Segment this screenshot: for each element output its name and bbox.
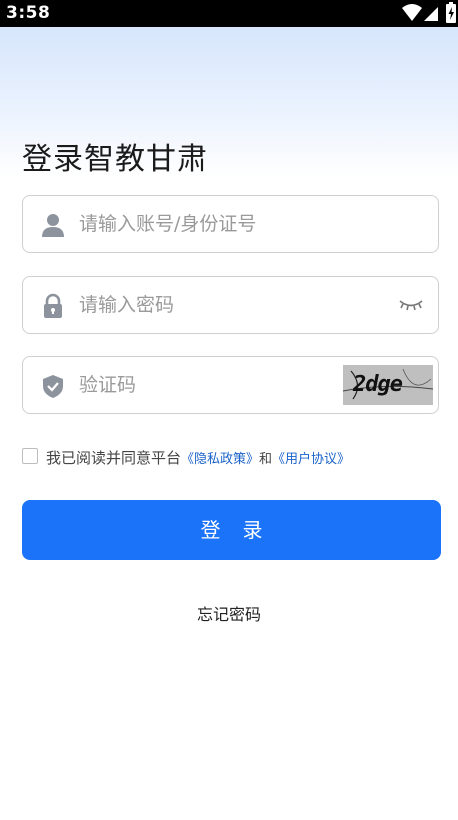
battery-icon (446, 2, 456, 23)
account-field[interactable] (22, 195, 439, 253)
account-input[interactable] (79, 206, 379, 242)
password-field[interactable] (22, 276, 439, 334)
captcha-image[interactable]: 2dge (343, 365, 433, 405)
status-bar: 3:58 (0, 0, 458, 27)
captcha-text: 2dge (353, 372, 403, 397)
agreement-connector: 和 (259, 452, 273, 467)
agreement-checkbox[interactable] (22, 448, 38, 464)
signal-icon (424, 7, 438, 21)
login-button[interactable]: 登录 (22, 500, 441, 560)
status-icons (400, 0, 458, 27)
forgot-password-link[interactable]: 忘记密码 (0, 601, 458, 625)
user-agreement-link[interactable]: 《用户协议》 (272, 452, 350, 467)
lock-icon (44, 293, 62, 318)
password-input[interactable] (79, 287, 379, 323)
captcha-field[interactable]: 2dge (22, 356, 439, 414)
eye-closed-icon[interactable] (398, 297, 424, 313)
privacy-policy-link[interactable]: 《隐私政策》 (181, 452, 259, 467)
agreement-prefix: 我已阅读并同意平台 (46, 449, 182, 467)
captcha-input[interactable] (79, 367, 309, 403)
wifi-icon (402, 4, 422, 21)
page-title: 登录智教甘肃 (22, 142, 208, 177)
shield-check-icon (43, 375, 63, 398)
user-icon (42, 214, 64, 237)
agreement-text: 我已阅读并同意平台《隐私政策》和《用户协议》 (46, 447, 350, 468)
status-time: 3:58 (6, 3, 51, 23)
